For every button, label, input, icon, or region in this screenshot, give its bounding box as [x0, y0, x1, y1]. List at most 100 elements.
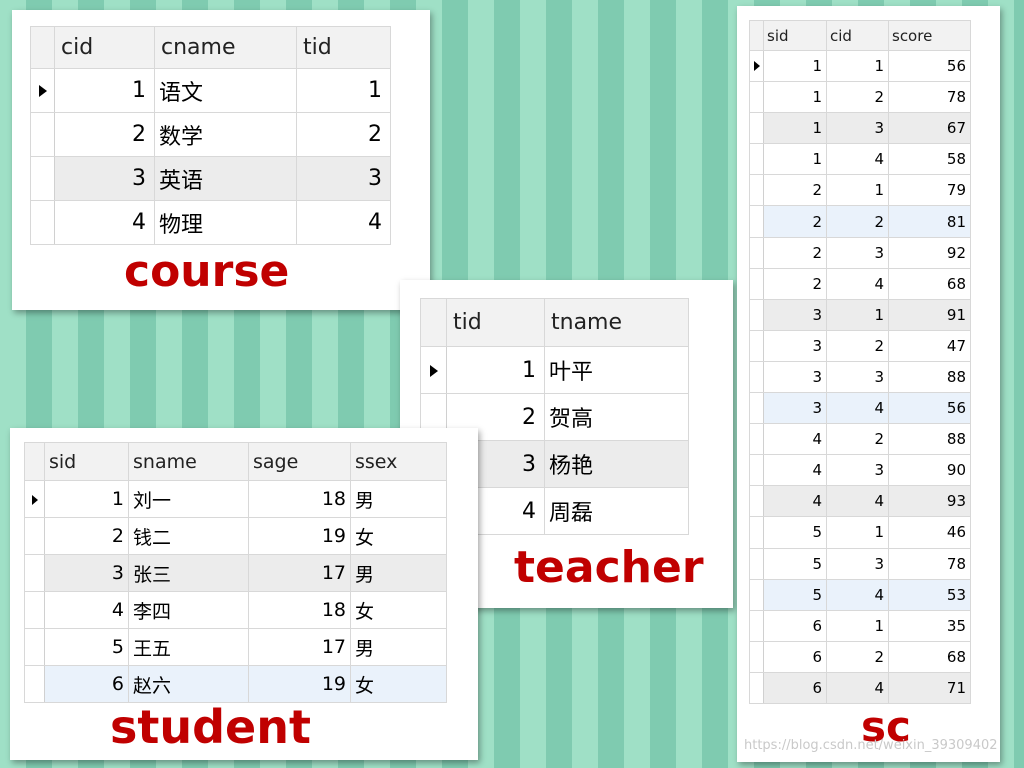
- table-row[interactable]: 6 2 68: [749, 640, 971, 673]
- cell-sid[interactable]: 2: [44, 517, 129, 555]
- cell-sname[interactable]: 李四: [128, 591, 249, 629]
- cell-score[interactable]: 53: [888, 578, 971, 611]
- cell-score[interactable]: 68: [888, 267, 971, 300]
- cell-sid[interactable]: 1: [763, 81, 827, 114]
- cell-score[interactable]: 56: [888, 392, 971, 425]
- cell-cid[interactable]: 2: [826, 205, 889, 238]
- table-row[interactable]: 2 数学 2: [30, 112, 391, 157]
- cell-sname[interactable]: 赵六: [128, 665, 249, 703]
- cell-score[interactable]: 67: [888, 112, 971, 145]
- cell-tid[interactable]: 2: [296, 112, 391, 157]
- table-row[interactable]: 5 4 53: [749, 578, 971, 611]
- cell-sid[interactable]: 2: [763, 174, 827, 207]
- table-row[interactable]: 6 4 71: [749, 671, 971, 704]
- cell-score[interactable]: 88: [888, 423, 971, 456]
- cell-score[interactable]: 92: [888, 236, 971, 269]
- cell-cid[interactable]: 1: [826, 609, 889, 642]
- cell-ssex[interactable]: 男: [350, 628, 447, 666]
- cell-sname[interactable]: 王五: [128, 628, 249, 666]
- cell-cid[interactable]: 4: [826, 392, 889, 425]
- cell-ssex[interactable]: 男: [350, 554, 447, 592]
- cell-cid[interactable]: 4: [826, 485, 889, 518]
- table-row[interactable]: 3 1 91: [749, 298, 971, 331]
- table-row[interactable]: 3 2 47: [749, 329, 971, 362]
- cell-cid[interactable]: 2: [826, 423, 889, 456]
- table-row[interactable]: 1 3 67: [749, 112, 971, 145]
- cell-cid[interactable]: 1: [826, 298, 889, 331]
- table-row[interactable]: 1 叶平: [420, 346, 689, 394]
- column-header-sid[interactable]: sid: [763, 20, 827, 51]
- cell-cid[interactable]: 4: [826, 671, 889, 704]
- cell-cid[interactable]: 4: [826, 267, 889, 300]
- column-header-tid[interactable]: tid: [446, 298, 545, 347]
- table-row[interactable]: 4 4 93: [749, 485, 971, 518]
- table-row[interactable]: 3 张三 17 男: [24, 554, 447, 592]
- cell-sid[interactable]: 4: [763, 485, 827, 518]
- cell-sid[interactable]: 2: [763, 236, 827, 269]
- cell-ssex[interactable]: 男: [350, 480, 447, 518]
- cell-sage[interactable]: 17: [248, 554, 351, 592]
- column-header-sage[interactable]: sage: [248, 442, 351, 481]
- cell-cid[interactable]: 1: [826, 49, 889, 83]
- cell-cid[interactable]: 2: [826, 81, 889, 114]
- table-row[interactable]: 1 2 78: [749, 81, 971, 114]
- cell-sid[interactable]: 3: [763, 298, 827, 331]
- cell-cname[interactable]: 语文: [154, 68, 297, 113]
- cell-cid[interactable]: 4: [54, 200, 155, 245]
- table-row[interactable]: 1 刘一 18 男: [24, 480, 447, 518]
- cell-cid[interactable]: 4: [826, 578, 889, 611]
- column-header-tname[interactable]: tname: [544, 298, 689, 347]
- cell-score[interactable]: 71: [888, 671, 971, 704]
- cell-sid[interactable]: 5: [763, 547, 827, 580]
- table-row[interactable]: 5 王五 17 男: [24, 628, 447, 666]
- cell-score[interactable]: 91: [888, 298, 971, 331]
- table-row[interactable]: 6 赵六 19 女: [24, 665, 447, 703]
- cell-cid[interactable]: 3: [826, 454, 889, 487]
- table-row[interactable]: 3 3 88: [749, 360, 971, 394]
- cell-tname[interactable]: 杨艳: [544, 440, 689, 488]
- cell-score[interactable]: 47: [888, 329, 971, 362]
- cell-sname[interactable]: 刘一: [128, 480, 249, 518]
- cell-sid[interactable]: 4: [44, 591, 129, 629]
- cell-sid[interactable]: 4: [763, 454, 827, 487]
- table-row[interactable]: 2 2 81: [749, 205, 971, 238]
- cell-sage[interactable]: 18: [248, 591, 351, 629]
- cell-sid[interactable]: 4: [763, 423, 827, 456]
- cell-sage[interactable]: 19: [248, 517, 351, 555]
- cell-score[interactable]: 90: [888, 454, 971, 487]
- cell-tid[interactable]: 1: [296, 68, 391, 113]
- column-header-cid[interactable]: cid: [54, 26, 155, 69]
- cell-score[interactable]: 78: [888, 81, 971, 114]
- cell-sid[interactable]: 6: [763, 640, 827, 673]
- cell-sid[interactable]: 5: [763, 578, 827, 611]
- cell-cid[interactable]: 1: [54, 68, 155, 113]
- table-row[interactable]: 2 钱二 19 女: [24, 517, 447, 555]
- cell-cid[interactable]: 4: [826, 143, 889, 176]
- table-row[interactable]: 4 物理 4: [30, 200, 391, 245]
- cell-score[interactable]: 56: [888, 49, 971, 83]
- cell-score[interactable]: 46: [888, 516, 971, 549]
- cell-sid[interactable]: 1: [763, 49, 827, 83]
- cell-cid[interactable]: 3: [826, 236, 889, 269]
- table-row[interactable]: 1 1 56: [749, 49, 971, 83]
- cell-sid[interactable]: 1: [763, 112, 827, 145]
- table-row[interactable]: 2 1 79: [749, 174, 971, 207]
- cell-cname[interactable]: 物理: [154, 200, 297, 245]
- table-row[interactable]: 3 英语 3: [30, 156, 391, 201]
- table-row[interactable]: 5 3 78: [749, 547, 971, 580]
- cell-sage[interactable]: 19: [248, 665, 351, 703]
- cell-score[interactable]: 93: [888, 485, 971, 518]
- cell-sid[interactable]: 1: [44, 480, 129, 518]
- cell-cid[interactable]: 2: [826, 329, 889, 362]
- column-header-score[interactable]: score: [888, 20, 971, 51]
- cell-score[interactable]: 58: [888, 143, 971, 176]
- cell-score[interactable]: 79: [888, 174, 971, 207]
- cell-sid[interactable]: 3: [763, 329, 827, 362]
- cell-score[interactable]: 68: [888, 640, 971, 673]
- column-header-sid[interactable]: sid: [44, 442, 129, 481]
- cell-sid[interactable]: 3: [763, 392, 827, 425]
- cell-sid[interactable]: 6: [763, 609, 827, 642]
- cell-sname[interactable]: 张三: [128, 554, 249, 592]
- cell-cname[interactable]: 英语: [154, 156, 297, 201]
- table-row[interactable]: 2 4 68: [749, 267, 971, 300]
